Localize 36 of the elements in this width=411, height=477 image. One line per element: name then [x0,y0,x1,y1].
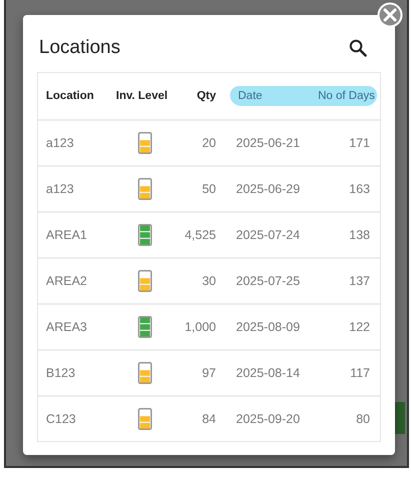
table-cell-text: 163 [348,182,371,196]
table-cell-text: 2025-07-24 [235,228,301,242]
background-panel [395,402,405,434]
table-cell-text: 2025-06-29 [235,182,301,196]
table-cell-text: 138 [348,228,371,242]
table-cell-text: 50 [201,182,216,196]
table-cell-text: 2025-08-09 [235,320,301,334]
table-cell-text: 171 [348,136,371,150]
table-cell-text: 2025-08-14 [235,366,301,380]
table-cell-text: 1,000 [184,320,216,334]
table-cell-text: 80 [355,412,371,426]
table-cell-text: a123 [46,182,75,196]
table-cell-text: 4,525 [184,228,216,242]
table-cell-text: 84 [201,412,216,426]
table-cell-text: AREA2 [46,274,88,288]
table-cell-text: 122 [348,320,371,334]
table-cell-text: a123 [46,136,75,150]
column-header[interactable]: No of Days [318,86,377,106]
table-cell-text: 137 [348,274,371,288]
table-cell-text: AREA3 [46,320,88,334]
table-cell-text: 2025-09-20 [235,412,301,426]
table-cell-text: 30 [201,274,216,288]
table-cell-text: AREA1 [46,228,88,242]
column-header[interactable]: Qty [176,90,216,102]
table-cell-text: 2025-06-21 [235,136,301,150]
column-header[interactable]: Date [230,86,318,106]
column-header[interactable]: Location [46,90,114,102]
table-cell-text: 20 [201,136,216,150]
dialog-title: Locations [39,37,120,59]
search-icon[interactable] [349,39,367,57]
table-cell-text: 97 [201,366,216,380]
table-cell-text: 117 [349,366,371,380]
column-header[interactable]: Inv. Level [114,90,176,102]
table-cell-text: C123 [46,412,77,426]
table-cell-text: 2025-07-25 [235,274,301,288]
table-cell-text: B123 [46,366,76,380]
